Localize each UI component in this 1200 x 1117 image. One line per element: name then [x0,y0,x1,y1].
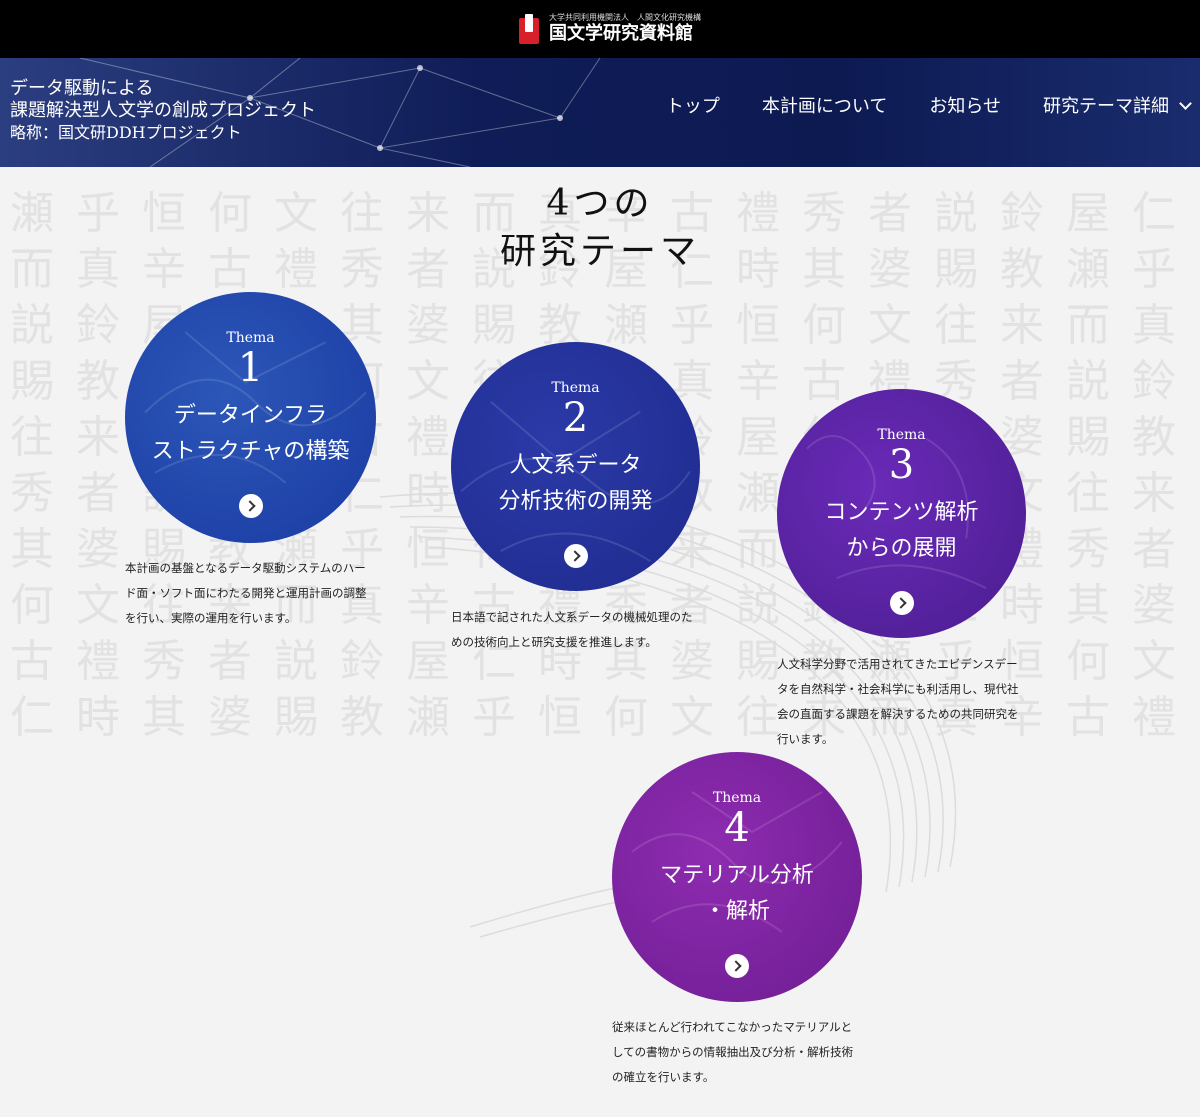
nav-about-plan[interactable]: 本計画について [762,92,887,118]
theme-3-card[interactable]: Thema 3 コンテンツ解析 からの展開 [777,389,1026,638]
arrow-right-icon[interactable] [889,591,914,615]
arrow-right-icon[interactable] [238,494,263,518]
main-nav: トップ 本計画について お知らせ 研究テーマ詳細 [624,92,1192,118]
nav-research-themes[interactable]: 研究テーマ詳細 [1043,92,1192,118]
theme-2-card[interactable]: Thema 2 人文系データ 分析技術の開発 [451,342,700,591]
nav-news[interactable]: お知らせ [929,92,1001,118]
theme-1-description: 本計画の基盤となるデータ駆動システムのハード面・ソフト面にわたる開発と運用計画の… [125,561,367,625]
theme-4-description: 従来ほとんど行われてこなかったマテリアルとしての書物からの情報抽出及び分析・解析… [612,1020,854,1084]
theme-1-card[interactable]: Thema 1 データインフラ ストラクチャの構築 [125,292,376,543]
section-title: 4つの 研究テーマ [470,180,730,276]
top-bar: 大学共同利用機関法人 人間文化研究機構 国文学研究資料館 [0,0,1200,58]
org-name: 国文学研究資料館 [549,23,693,44]
arrow-right-icon[interactable] [563,544,588,568]
project-title[interactable]: データ駆動による 課題解決型人文学の創成プロジェクト 略称：国文研DDHプロジェ… [10,78,316,144]
nav-top[interactable]: トップ [666,92,720,118]
institution-logo[interactable]: 大学共同利用機関法人 人間文化研究機構 国文学研究資料館 [519,9,701,49]
project-title-line2: 課題解決型人文学の創成プロジェクト [10,100,316,121]
book-logo-icon [519,14,543,44]
site-header: データ駆動による 課題解決型人文学の創成プロジェクト 略称：国文研DDHプロジェ… [0,58,1200,167]
theme-3-description: 人文科学分野で活用されてきたエビデンスデータを自然科学・社会科学にも利活用し、現… [777,657,1019,746]
section-title-line1: 4つの [546,183,654,224]
nav-research-themes-label: 研究テーマ詳細 [1043,96,1169,117]
theme-2-description: 日本語で記された人文系データの機械処理のための技術向上と研究支援を推進します。 [451,610,693,649]
chevron-down-icon [1179,97,1192,110]
project-title-line1: データ駆動による [10,78,154,99]
arrow-right-icon[interactable] [725,954,749,978]
org-subtitle: 大学共同利用機関法人 人間文化研究機構 [549,13,701,22]
project-short-name: 略称：国文研DDHプロジェクト [10,123,242,142]
section-title-line2: 研究テーマ [499,231,700,272]
theme-4-card[interactable]: Thema 4 マテリアル分析 ・解析 [612,752,862,1002]
